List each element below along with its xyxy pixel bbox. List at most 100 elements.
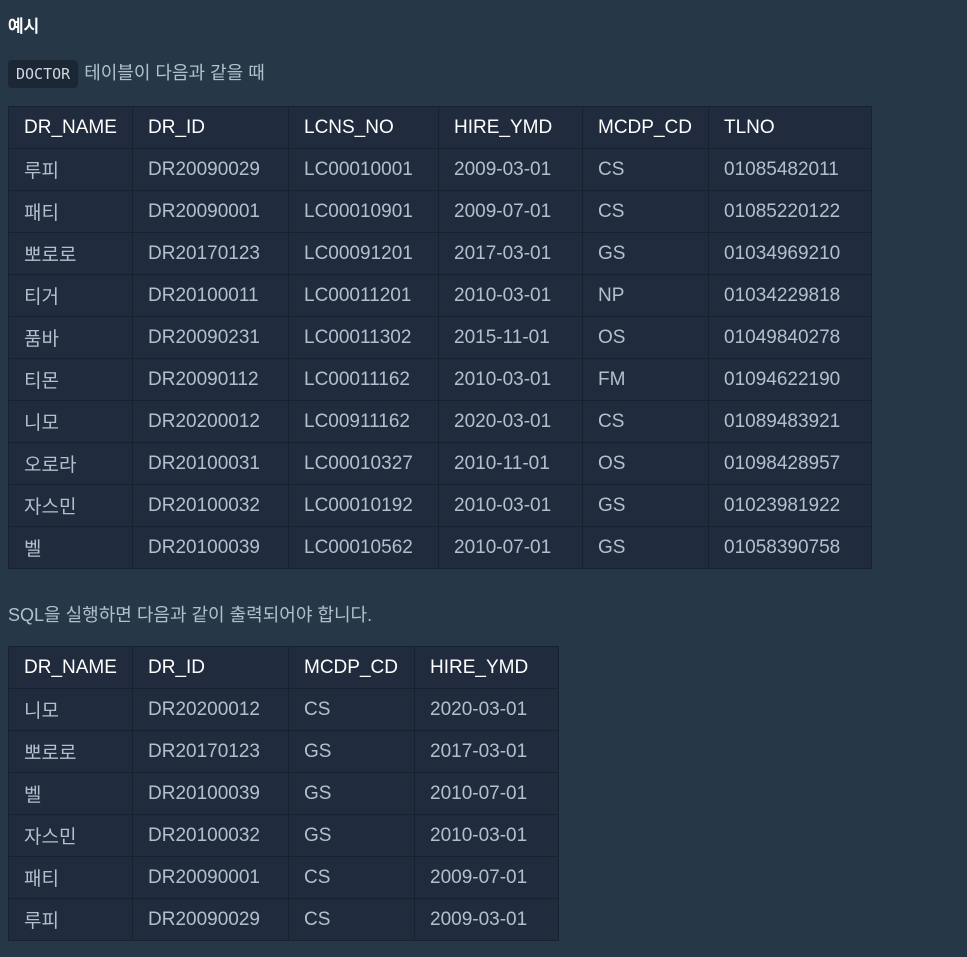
table-cell: GS [582, 484, 709, 527]
table-cell: DR20100031 [132, 442, 289, 485]
table-cell: GS [288, 814, 415, 857]
table-cell: 01085220122 [708, 190, 872, 233]
column-header: MCDP_CD [582, 106, 709, 149]
table-cell: 01034229818 [708, 274, 872, 317]
table-cell: DR20200012 [132, 400, 289, 443]
table-cell: DR20090029 [132, 148, 289, 191]
table-cell: 01058390758 [708, 526, 872, 569]
table-row: 자스민 DR20100032 LC00010192 2010-03-01 GS 01023… [8, 484, 872, 527]
table-cell: DR20090001 [132, 190, 289, 233]
table-cell: DR20090029 [132, 898, 289, 941]
table-row: 티몬 DR20090112 LC00011162 2010-03-01 FM 010946… [8, 358, 872, 401]
table-cell: 2009-03-01 [414, 898, 559, 941]
table-cell: LC00011201 [288, 274, 439, 317]
table-cell: 품바 [8, 316, 133, 359]
table-cell: CS [582, 400, 709, 443]
table-cell: DR20100039 [132, 772, 289, 815]
column-header: MCDP_CD [288, 646, 415, 689]
table-row: 패티 DR20090001 CS 2009-07-01 [8, 856, 559, 899]
table-header-row: DR_NAME DR_ID LCNS_NO HIRE_YMD MCDP_CD T… [8, 106, 872, 149]
table-cell: CS [582, 148, 709, 191]
table-cell: LC00911162 [288, 400, 439, 443]
column-header: HIRE_YMD [414, 646, 559, 689]
table-cell: 2020-03-01 [438, 400, 583, 443]
table-cell: OS [582, 442, 709, 485]
table-cell: 벨 [8, 526, 133, 569]
table-cell: CS [288, 898, 415, 941]
table-cell: 2017-03-01 [414, 730, 559, 773]
table-cell: DR20090112 [132, 358, 289, 401]
table-cell: LC00010001 [288, 148, 439, 191]
table-cell: 2010-11-01 [438, 442, 583, 485]
table-cell: CS [288, 856, 415, 899]
table-cell: NP [582, 274, 709, 317]
table-cell: LC00010327 [288, 442, 439, 485]
intro-paragraph: DOCTOR 테이블이 다음과 같을 때 [8, 59, 265, 88]
table-cell: GS [582, 232, 709, 275]
column-header: DR_ID [132, 646, 289, 689]
table-cell: 2010-03-01 [438, 274, 583, 317]
column-header: DR_NAME [8, 646, 133, 689]
table-cell: 니모 [8, 688, 133, 731]
result-paragraph: SQL을 실행하면 다음과 같이 출력되어야 합니다. [8, 605, 373, 625]
table-cell: 패티 [8, 856, 133, 899]
table-cell: 01049840278 [708, 316, 872, 359]
table-cell: LC00011162 [288, 358, 439, 401]
table-cell: DR20100032 [132, 484, 289, 527]
table-cell: 자스민 [8, 814, 133, 857]
table-row: 티거 DR20100011 LC00011201 2010-03-01 NP 010342… [8, 274, 872, 317]
table-cell: 2010-07-01 [414, 772, 559, 815]
table-name-code: DOCTOR [8, 60, 79, 88]
table-cell: 루피 [8, 898, 133, 941]
column-header: HIRE_YMD [438, 106, 583, 149]
table-cell: GS [288, 772, 415, 815]
table-cell: 티몬 [8, 358, 133, 401]
table-cell: LC00010562 [288, 526, 439, 569]
column-header: TLNO [708, 106, 872, 149]
table-cell: 01023981922 [708, 484, 872, 527]
intro-text: 테이블이 다음과 같을 때 [84, 63, 265, 83]
table-row: 루피 DR20090029 CS 2009-03-01 [8, 898, 559, 941]
table-row: 품바 DR20090231 LC00011302 2015-11-01 OS 010498… [8, 316, 872, 359]
doctor-table: DR_NAME DR_ID LCNS_NO HIRE_YMD MCDP_CD T… [8, 106, 872, 569]
table-cell: 2015-11-01 [438, 316, 583, 359]
table-cell: 루피 [8, 148, 133, 191]
table-cell: DR20170123 [132, 232, 289, 275]
table-cell: GS [288, 730, 415, 773]
table-cell: CS [288, 688, 415, 731]
table-cell: CS [582, 190, 709, 233]
table-cell: 2010-03-01 [438, 358, 583, 401]
result-table: DR_NAME DR_ID MCDP_CD HIRE_YMD 니모 DR20200… [8, 646, 559, 941]
table-cell: FM [582, 358, 709, 401]
table-cell: 2009-07-01 [438, 190, 583, 233]
table-row: 뽀로로 DR20170123 GS 2017-03-01 [8, 730, 559, 773]
table-cell: 2010-03-01 [414, 814, 559, 857]
section-heading: 예시 [8, 17, 40, 36]
table-cell: OS [582, 316, 709, 359]
table-cell: 01094622190 [708, 358, 872, 401]
table-row: 니모 DR20200012 LC00911162 2020-03-01 CS 010894… [8, 400, 872, 443]
table-row: 패티 DR20090001 LC00010901 2009-07-01 CS 010852… [8, 190, 872, 233]
table-cell: 자스민 [8, 484, 133, 527]
column-header: DR_ID [132, 106, 289, 149]
table-cell: DR20100032 [132, 814, 289, 857]
table-row: 니모 DR20200012 CS 2020-03-01 [8, 688, 559, 731]
table-cell: LC00091201 [288, 232, 439, 275]
table-cell: 01098428957 [708, 442, 872, 485]
table-cell: 2017-03-01 [438, 232, 583, 275]
table-cell: 티거 [8, 274, 133, 317]
table-row: 벨 DR20100039 LC00010562 2010-07-01 GS 0105839… [8, 526, 872, 569]
table-cell: 01034969210 [708, 232, 872, 275]
table-cell: LC00010901 [288, 190, 439, 233]
table-cell: 2009-03-01 [438, 148, 583, 191]
result-table-body: 니모 DR20200012 CS 2020-03-01 뽀로로 DR20170123 GS 2… [8, 688, 559, 941]
table-cell: 니모 [8, 400, 133, 443]
table-header-row: DR_NAME DR_ID MCDP_CD HIRE_YMD [8, 646, 559, 689]
table-cell: 패티 [8, 190, 133, 233]
table-cell: 오로라 [8, 442, 133, 485]
table-cell: 2009-07-01 [414, 856, 559, 899]
table-row: 오로라 DR20100031 LC00010327 2010-11-01 OS 01098… [8, 442, 872, 485]
table-cell: 2010-07-01 [438, 526, 583, 569]
table-cell: 뽀로로 [8, 232, 133, 275]
table-row: 자스민 DR20100032 GS 2010-03-01 [8, 814, 559, 857]
